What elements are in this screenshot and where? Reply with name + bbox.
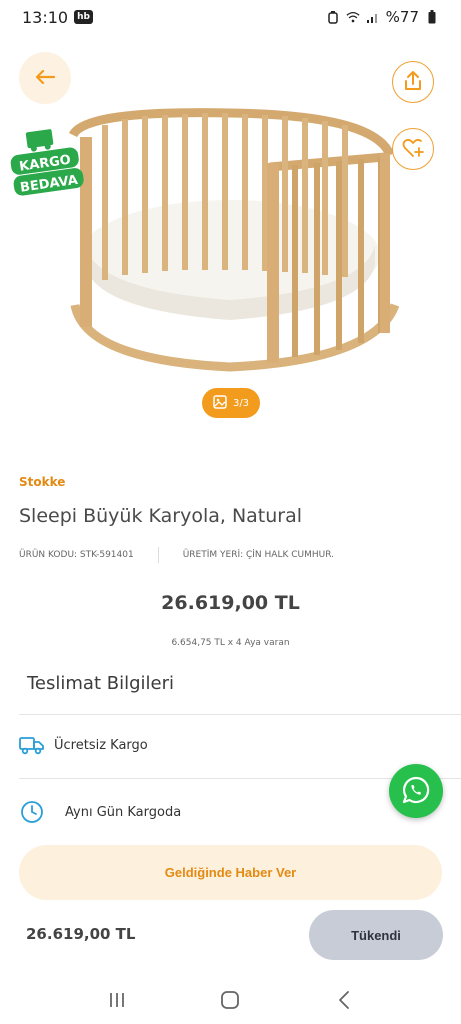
delivery-section-title: Teslimat Bilgileri: [27, 673, 174, 694]
home-button[interactable]: [210, 980, 250, 1020]
wifi-icon: [346, 10, 360, 24]
system-nav-bar: [0, 976, 461, 1024]
image-counter-text: 3/3: [232, 397, 250, 409]
product-code: ÜRÜN KODU: STK-591401: [19, 550, 134, 560]
delivery-item-same-day: Aynı Gün Kargoda: [19, 799, 181, 825]
meta-divider: [157, 547, 159, 563]
whatsapp-button[interactable]: [389, 764, 443, 818]
signal-icon: [366, 10, 380, 24]
heart-plus-icon: [402, 138, 424, 161]
product-meta: ÜRÜN KODU: STK-591401 ÜRETİM YERİ: ÇİN H…: [19, 547, 334, 563]
product-price: 26.619,00 TL: [161, 592, 300, 614]
status-bar: 13:10 hb %77: [0, 0, 461, 34]
sold-out-button[interactable]: Tükendi: [309, 910, 443, 960]
back-button[interactable]: [19, 52, 71, 104]
share-button[interactable]: [392, 61, 434, 103]
battery-text: %77: [385, 8, 419, 26]
divider: [19, 714, 461, 715]
product-title: Sleepi Büyük Karyola, Natural: [19, 505, 303, 527]
bottom-price: 26.619,00 TL: [26, 925, 136, 943]
delivery-item-free-shipping: Ücretsiz Kargo: [19, 732, 148, 758]
app-notification-icon: hb: [74, 10, 93, 24]
clock-icon: [19, 799, 45, 825]
whatsapp-icon: [401, 775, 431, 808]
image-counter[interactable]: 3/3: [202, 388, 260, 418]
add-to-favorites-button[interactable]: [392, 128, 434, 170]
delivery-item-label: Aynı Gün Kargoda: [65, 804, 182, 820]
installment-info: 6.654,75 TL x 4 Aya varan: [171, 638, 290, 648]
recent-apps-button[interactable]: [97, 980, 137, 1020]
share-icon: [403, 70, 423, 95]
alarm-icon: [326, 10, 340, 24]
brand-link[interactable]: Stokke: [19, 475, 65, 489]
battery-icon: [425, 10, 439, 24]
image-icon: [213, 394, 227, 412]
product-origin: ÜRETİM YERİ: ÇİN HALK CUMHUR.: [182, 550, 335, 560]
product-image[interactable]: [55, 105, 405, 375]
arrow-left-icon: [35, 69, 56, 87]
notify-when-available-button[interactable]: Geldiğinde Haber Ver: [19, 845, 442, 900]
status-time: 13:10: [22, 7, 69, 27]
delivery-item-label: Ücretsiz Kargo: [54, 737, 148, 753]
status-icons: %77: [326, 8, 439, 26]
back-nav-button[interactable]: [324, 980, 364, 1020]
truck-icon: [19, 732, 45, 758]
free-shipping-badge: KARGO BEDAVA: [8, 128, 84, 198]
